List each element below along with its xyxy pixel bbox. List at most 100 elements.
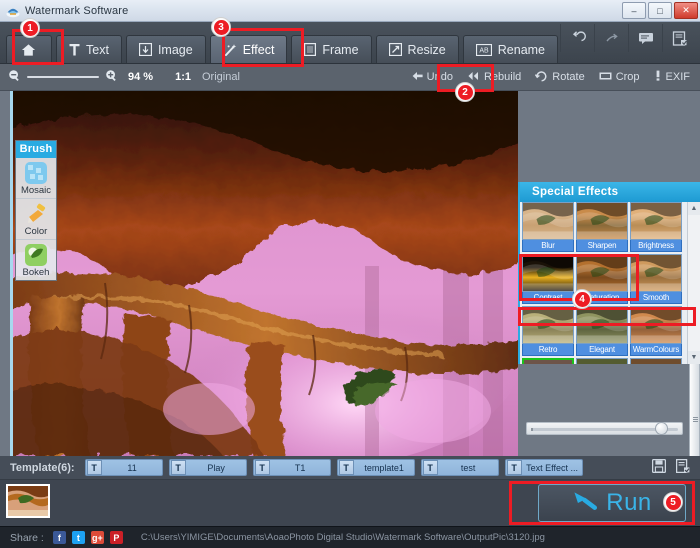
template-button[interactable]: T 11 <box>84 459 163 476</box>
effect-item-defogging[interactable]: Defogging <box>630 358 682 364</box>
zoom-slider[interactable] <box>27 76 99 78</box>
effect-item-warmcolours[interactable]: WarmColours <box>630 306 682 356</box>
bokeh-icon <box>25 244 47 266</box>
template-type-icon: T <box>422 460 438 475</box>
comment-icon[interactable] <box>628 24 662 52</box>
undo-arrow-icon <box>412 71 423 84</box>
brush-tool-bokeh[interactable]: Bokeh <box>16 240 56 280</box>
undo-circle-icon[interactable] <box>560 24 594 52</box>
image-icon <box>138 43 152 56</box>
effect-row: Contrast Saturation Smooth <box>522 254 686 304</box>
brush-tool-color-label: Color <box>24 226 48 237</box>
template-button[interactable]: T Play <box>168 459 247 476</box>
effect-item-retro[interactable]: Retro <box>522 306 574 356</box>
run-label: Run <box>606 489 652 516</box>
template-count-label: Template(6): <box>10 461 75 474</box>
zoom-toolbar: 94 % 1:1 Original Undo Rebuild Rotate Cr… <box>0 64 700 91</box>
crop-button[interactable]: Crop <box>599 71 640 84</box>
tab-resize[interactable]: Resize <box>375 35 459 63</box>
zoom-out-icon[interactable] <box>8 69 21 85</box>
zoom-in-icon[interactable] <box>105 69 118 85</box>
effect-thumbnail <box>576 202 628 240</box>
effect-row: Blur Sharpen Brightness <box>522 202 686 252</box>
effect-thumbnail <box>522 358 574 364</box>
tab-text-label: Text <box>86 42 109 57</box>
effect-item-brightness[interactable]: Brightness <box>630 202 682 252</box>
tab-frame[interactable]: Frame <box>291 35 372 63</box>
template-button[interactable]: Ttest <box>420 459 499 476</box>
tab-rename-label: Rename <box>497 42 546 57</box>
template-name: T1 <box>294 462 306 473</box>
effect-thumbnail <box>630 306 682 344</box>
effect-strength-slider[interactable] <box>526 422 683 435</box>
effect-item-calmcolours[interactable]: CalmColours <box>522 358 574 364</box>
source-thumbnail[interactable] <box>6 484 50 518</box>
template-name: template1 <box>364 462 404 473</box>
pinterest-icon[interactable]: P <box>109 531 123 544</box>
tab-text[interactable]: Text <box>56 35 122 63</box>
effects-scrollbar[interactable]: ▲ ▼ <box>687 202 700 487</box>
zoom-percent-label: 94 % <box>128 71 154 83</box>
rotate-button[interactable]: Rotate <box>535 70 585 85</box>
effect-item-blur[interactable]: Blur <box>522 202 574 252</box>
effect-item-green[interactable]: Green <box>576 358 628 364</box>
effect-item-smooth[interactable]: Smooth <box>630 254 682 304</box>
scroll-up-arrow-icon[interactable]: ▲ <box>688 202 700 215</box>
effect-label: Blur <box>522 240 574 252</box>
application-window: Watermark Software – □ ✕ Text Image Effe… <box>0 0 700 548</box>
tab-image-label: Image <box>157 42 193 57</box>
effect-item-contrast[interactable]: Contrast <box>522 254 574 304</box>
tab-image[interactable]: Image <box>125 35 206 63</box>
effect-row: Retro Elegant WarmColours <box>522 306 686 356</box>
template-name: test <box>460 462 476 473</box>
slider-knob[interactable] <box>654 422 668 435</box>
close-button[interactable]: ✕ <box>674 2 698 19</box>
exif-button[interactable]: EXIF <box>654 70 690 84</box>
rotate-label: Rotate <box>552 71 585 83</box>
scroll-down-arrow-icon[interactable]: ▼ <box>688 351 700 364</box>
list-manage-icon[interactable] <box>675 458 690 476</box>
slider-tick <box>531 428 533 431</box>
tab-effect[interactable]: Effect <box>209 35 288 63</box>
exif-icon <box>654 70 662 84</box>
effect-label: Elegant <box>576 344 628 356</box>
brush-tool-color[interactable]: Color <box>16 199 56 240</box>
effect-item-sharpen[interactable]: Sharpen <box>576 202 628 252</box>
effect-label: Retro <box>522 344 574 356</box>
tab-rename[interactable]: AB Rename <box>462 35 559 63</box>
minimize-button[interactable]: – <box>622 2 646 19</box>
zoom-controls: 94 % 1:1 Original <box>8 69 240 85</box>
output-path-label: C:\Users\YIMIGE\Documents\AoaoPhoto Digi… <box>140 532 545 543</box>
crop-label: Crop <box>615 71 640 83</box>
template-button[interactable]: T Text Effect ... <box>504 459 583 476</box>
image-canvas[interactable] <box>10 91 518 456</box>
template-name: Play <box>207 462 225 473</box>
redo-arrow-icon[interactable] <box>594 24 628 52</box>
template-button[interactable]: Ttemplate1 <box>336 459 415 476</box>
share-label: Share : <box>10 531 44 544</box>
register-icon[interactable] <box>662 24 696 52</box>
facebook-icon[interactable]: f <box>52 531 66 544</box>
edited-photo <box>13 91 518 456</box>
effect-thumbnail <box>522 306 574 344</box>
maximize-button[interactable]: □ <box>648 2 672 19</box>
tab-resize-label: Resize <box>407 42 446 57</box>
effect-item-elegant[interactable]: Elegant <box>576 306 628 356</box>
googleplus-icon[interactable]: g+ <box>90 531 104 544</box>
tab-home[interactable] <box>6 35 52 63</box>
callout-2: 2 <box>455 82 475 102</box>
brush-tool-mosaic[interactable]: Mosaic <box>16 158 56 199</box>
effect-label: Contrast <box>522 292 574 304</box>
original-size-label[interactable]: Original <box>202 71 240 83</box>
rebuild-arrows-icon <box>467 71 480 84</box>
bottom-bar: Template(6): T 11 T Play T T1 Ttemplate1 Ttest T… <box>0 456 700 548</box>
template-button[interactable]: T T1 <box>252 459 331 476</box>
zoom-ratio-label[interactable]: 1:1 <box>175 71 191 83</box>
rebuild-button[interactable]: Rebuild <box>467 71 521 84</box>
template-type-icon: T <box>170 460 186 475</box>
undo-button[interactable]: Undo <box>412 71 453 84</box>
brush-tool-bokeh-label: Bokeh <box>22 267 50 278</box>
floppy-save-icon[interactable] <box>651 458 667 476</box>
twitter-icon[interactable]: t <box>71 531 85 544</box>
effect-thumbnail <box>576 254 628 292</box>
